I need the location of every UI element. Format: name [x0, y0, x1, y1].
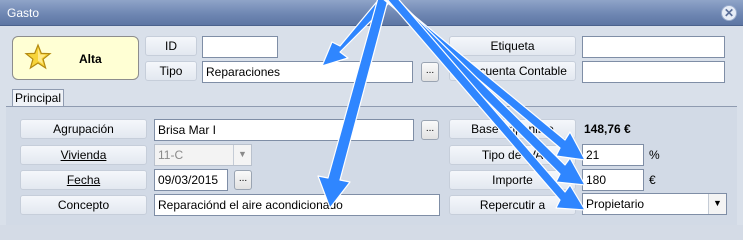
subcuenta-label: Subcuenta Contable: [449, 61, 576, 81]
tipo-iva-label: Tipo de IVA: [449, 145, 576, 165]
vivienda-label: Vivienda: [20, 145, 147, 165]
id-input[interactable]: [202, 36, 278, 58]
tab-principal[interactable]: Principal: [12, 89, 64, 107]
euro-unit: €: [649, 173, 656, 187]
tipo-input[interactable]: Reparaciones: [202, 61, 413, 83]
vivienda-select[interactable]: 11-C ▼: [154, 144, 252, 166]
close-icon[interactable]: ✕: [721, 5, 737, 21]
etiqueta-input[interactable]: [582, 36, 725, 58]
concepto-input[interactable]: Reparaciónd el aire acondicionado: [154, 194, 440, 216]
base-imponible-value: 148,76 €: [584, 122, 631, 136]
chevron-down-icon[interactable]: ▼: [708, 194, 726, 214]
alta-box[interactable]: Alta: [12, 36, 139, 80]
tipo-iva-input[interactable]: 21: [582, 144, 644, 166]
fecha-input[interactable]: 09/03/2015: [154, 169, 228, 191]
importe-label: Importe: [449, 170, 576, 190]
subcuenta-input[interactable]: [582, 61, 725, 83]
etiqueta-label: Etiqueta: [449, 36, 576, 56]
tipo-label: Tipo: [145, 61, 197, 81]
fecha-picker-button[interactable]: ...: [234, 170, 252, 190]
percent-unit: %: [649, 148, 660, 162]
fecha-label: Fecha: [20, 170, 147, 190]
alta-label: Alta: [79, 52, 102, 66]
tipo-browse-button[interactable]: ...: [421, 62, 439, 82]
star-icon: [24, 43, 52, 70]
base-imponible-label: Base Imponible: [449, 119, 576, 139]
importe-input[interactable]: 180: [582, 169, 644, 191]
chevron-down-icon[interactable]: ▼: [233, 145, 251, 165]
agrupacion-input[interactable]: Brisa Mar I: [154, 119, 414, 141]
agrupacion-browse-button[interactable]: ...: [421, 120, 439, 140]
agrupacion-label: Agrupación: [20, 119, 147, 139]
repercutir-select[interactable]: Propietario ▼: [582, 193, 727, 215]
id-label: ID: [145, 36, 197, 56]
concepto-label: Concepto: [20, 195, 147, 215]
repercutir-label: Repercutir a: [449, 195, 576, 215]
window-titlebar: Gasto ✕: [0, 0, 743, 26]
repercutir-value: Propietario: [586, 197, 645, 211]
vivienda-value: 11-C: [158, 148, 184, 162]
window-title: Gasto: [7, 6, 40, 20]
